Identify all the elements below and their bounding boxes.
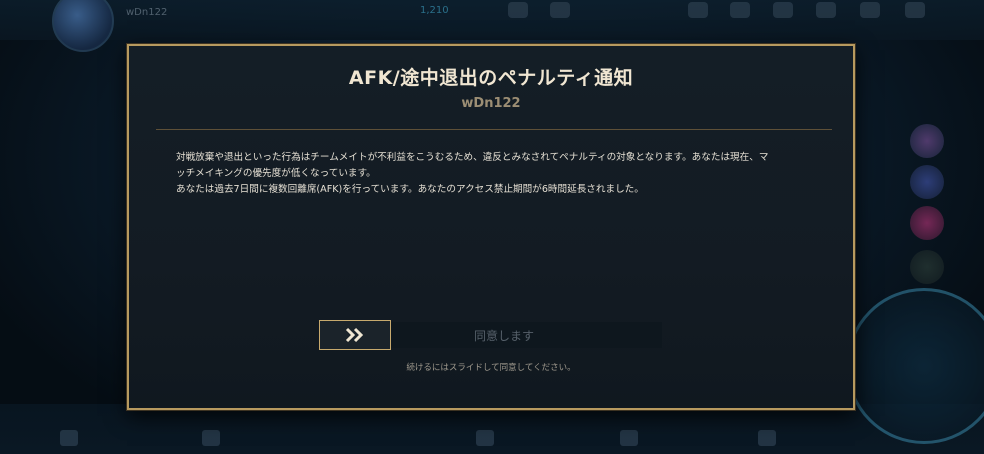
menu-icon [860, 2, 880, 18]
menu-icon [816, 2, 836, 18]
side-icon [910, 124, 944, 158]
menu-icon [773, 2, 793, 18]
message-line: ッチメイキングの優先度が低くなっています。 [176, 168, 376, 179]
message-line: あなたは過去7日間に複数回離席(AFK)を行っています。あなたのアクセス禁止期間… [176, 184, 644, 195]
summoner-name: wDn122 [461, 96, 521, 111]
afk-penalty-dialog: AFK/途中退出のペナルティ通知 wDn122 対戦放棄や退出といった行為はチー… [127, 44, 855, 410]
agree-label: 同意します [474, 328, 535, 343]
menu-icon [688, 2, 708, 18]
nav-icon [758, 430, 776, 446]
menu-icon [508, 2, 528, 18]
side-icon [910, 250, 944, 284]
dialog-title: AFK/途中退出のペナルティ通知 [348, 67, 634, 89]
player-avatar [52, 0, 114, 52]
menu-icon [730, 2, 750, 18]
penalty-message: 対戦放棄や退出といった行為はチームメイトが不利益をこうむるため、違反とみなされて… [176, 150, 816, 198]
player-name: wDn122 [126, 7, 168, 18]
divider [156, 129, 832, 130]
double-chevron-right-icon [345, 327, 364, 343]
nav-icon [620, 430, 638, 446]
menu-icon [905, 2, 925, 18]
slider-handle[interactable] [319, 320, 391, 350]
screen: wDn122 1,210 AFK/途中退出のペナルティ通知 wDn122 対戦放… [0, 0, 984, 454]
side-icon [910, 206, 944, 240]
top-bar [0, 0, 984, 40]
nav-icon [202, 430, 220, 446]
menu-icon [550, 2, 570, 18]
slide-hint: 続けるにはスライドして同意してください。 [406, 363, 576, 373]
currency-display: 1,210 [420, 5, 449, 16]
agree-slider[interactable]: 同意します [319, 320, 662, 350]
nav-icon [60, 430, 78, 446]
message-line: 対戦放棄や退出といった行為はチームメイトが不利益をこうむるため、違反とみなされて… [176, 152, 769, 163]
side-icon [910, 165, 944, 199]
nav-icon [476, 430, 494, 446]
bottom-bar [0, 404, 984, 454]
